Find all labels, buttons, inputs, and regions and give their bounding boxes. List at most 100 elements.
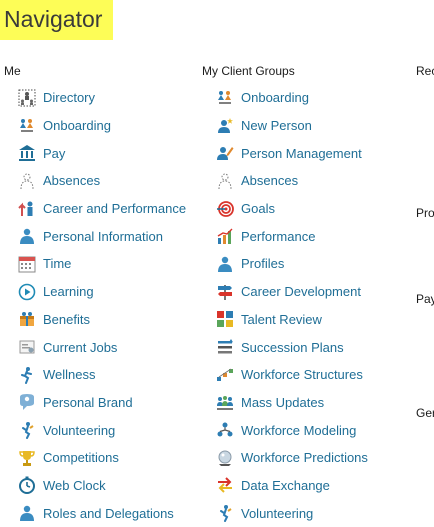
onboarding-icon: [216, 89, 234, 107]
groups-item-label: Goals: [241, 201, 275, 217]
groups-item-talent-review[interactable]: Talent Review: [216, 306, 368, 334]
groups-item-workforce-modeling[interactable]: Workforce Modeling: [216, 416, 368, 444]
groups-item-workforce-predictions[interactable]: Workforce Predictions: [216, 444, 368, 472]
groups-item-label: Workforce Modeling: [241, 422, 357, 438]
client-groups-list: Onboarding New Person Person Management Abs…: [212, 84, 368, 527]
right-heading-4: Ger: [416, 406, 434, 420]
me-item-label: Web Clock: [43, 477, 106, 493]
right-heading-3: Pay: [416, 292, 434, 306]
me-item-label: Wellness: [43, 367, 96, 383]
groups-item-label: Mass Updates: [241, 394, 325, 410]
onboarding-icon: [18, 117, 36, 135]
target-icon: [216, 200, 234, 218]
me-item-career-and-performance[interactable]: Career and Performance: [18, 195, 186, 223]
volunteer-icon: [18, 421, 36, 440]
personal-brand-icon: [18, 393, 36, 411]
groups-item-absences[interactable]: Absences: [216, 167, 368, 195]
directory-icon: [18, 89, 36, 107]
me-item-label: Absences: [43, 173, 101, 189]
groups-item-data-exchange[interactable]: Data Exchange: [212, 472, 368, 500]
exchange-arrows-icon: [216, 476, 234, 494]
groups-item-succession-plans[interactable]: Succession Plans: [216, 333, 368, 361]
me-item-label: Learning: [43, 284, 94, 300]
groups-item-label: Career Development: [241, 284, 361, 300]
me-item-learning[interactable]: Learning: [18, 278, 186, 306]
me-heading: Me: [4, 64, 21, 78]
person-icon: [18, 227, 36, 245]
groups-item-career-development[interactable]: Career Development: [216, 278, 368, 306]
groups-item-label: Profiles: [241, 256, 285, 272]
modeling-icon: [216, 421, 234, 439]
me-item-current-jobs[interactable]: Current Jobs: [18, 333, 186, 361]
groups-item-label: New Person: [241, 118, 312, 134]
me-section: Me Directory Onboarding Pay Absences Career …: [4, 64, 200, 522]
me-item-label: Benefits: [43, 311, 90, 327]
groups-item-label: Absences: [241, 173, 299, 189]
signpost-icon: [216, 283, 234, 301]
me-item-personal-brand[interactable]: Personal Brand: [18, 389, 186, 417]
me-item-label: Competitions: [43, 450, 119, 466]
me-item-absences[interactable]: Absences: [18, 167, 186, 195]
me-item-label: Onboarding: [43, 118, 111, 134]
volunteer-icon: [216, 504, 234, 523]
right-heading-1: Rec: [416, 64, 434, 78]
mass-updates-icon: [216, 393, 234, 411]
new-person-icon: [216, 117, 234, 135]
me-item-label: Career and Performance: [43, 201, 187, 217]
groups-item-volunteering[interactable]: Volunteering: [216, 499, 368, 527]
person-management-icon: [216, 144, 234, 162]
me-item-roles-and-delegations[interactable]: Roles and Delegations: [18, 499, 186, 527]
right-section: Rec Pro Pay Ger: [416, 64, 434, 521]
performance-chart-icon: [216, 227, 234, 245]
groups-item-label: Workforce Structures: [241, 367, 363, 383]
groups-item-profiles[interactable]: Profiles: [216, 250, 368, 278]
page-title: Navigator: [4, 6, 103, 32]
me-item-onboarding[interactable]: Onboarding: [18, 112, 186, 140]
groups-item-label: Onboarding: [241, 90, 309, 106]
groups-item-label: Performance: [241, 228, 316, 244]
me-item-label: Pay: [43, 145, 66, 161]
me-item-label: Current Jobs: [43, 339, 118, 355]
me-item-label: Directory: [43, 90, 96, 106]
groups-item-onboarding[interactable]: Onboarding: [216, 84, 368, 112]
me-list: Directory Onboarding Pay Absences Career and…: [18, 84, 186, 527]
groups-item-label: Volunteering: [241, 505, 314, 521]
groups-item-goals[interactable]: Goals: [216, 195, 368, 223]
me-item-label: Volunteering: [43, 422, 116, 438]
me-item-competitions[interactable]: Competitions: [18, 444, 186, 472]
current-jobs-icon: [18, 338, 36, 356]
absences-icon: [18, 172, 36, 190]
groups-item-performance[interactable]: Performance: [216, 222, 368, 250]
profile-icon: [216, 255, 234, 273]
me-item-label: Roles and Delegations: [43, 505, 174, 521]
me-item-time[interactable]: Time: [18, 250, 186, 278]
me-item-volunteering[interactable]: Volunteering: [18, 416, 186, 444]
me-item-web-clock[interactable]: Web Clock: [18, 472, 186, 500]
me-item-personal-information[interactable]: Personal Information: [18, 222, 186, 250]
groups-item-mass-updates[interactable]: Mass Updates: [216, 389, 368, 417]
succession-icon: [216, 338, 234, 356]
me-item-label: Time: [43, 256, 72, 272]
me-item-directory[interactable]: Directory: [18, 84, 186, 112]
trophy-icon: [18, 449, 36, 467]
crystal-ball-icon: [216, 449, 234, 467]
structure-icon: [216, 366, 234, 384]
groups-item-new-person[interactable]: New Person: [216, 112, 368, 140]
groups-item-label: Succession Plans: [241, 339, 344, 355]
me-item-benefits[interactable]: Benefits: [18, 306, 186, 334]
groups-item-label: Data Exchange: [241, 477, 330, 493]
client-groups-heading: My Client Groups: [202, 64, 295, 78]
clock-icon: [18, 476, 36, 495]
me-item-label: Personal Brand: [43, 394, 133, 410]
me-item-wellness[interactable]: Wellness: [18, 361, 186, 389]
me-item-pay[interactable]: Pay: [18, 139, 186, 167]
groups-item-label: Person Management: [241, 145, 362, 161]
right-heading-2: Pro: [416, 206, 434, 220]
groups-item-label: Workforce Predictions: [241, 450, 368, 466]
roles-icon: [18, 504, 36, 522]
play-icon: [18, 283, 36, 301]
groups-item-workforce-structures[interactable]: Workforce Structures: [216, 361, 368, 389]
client-groups-section: My Client Groups Onboarding New Person Per…: [202, 64, 412, 523]
absences-icon: [216, 172, 234, 190]
groups-item-person-management[interactable]: Person Management: [216, 139, 368, 167]
